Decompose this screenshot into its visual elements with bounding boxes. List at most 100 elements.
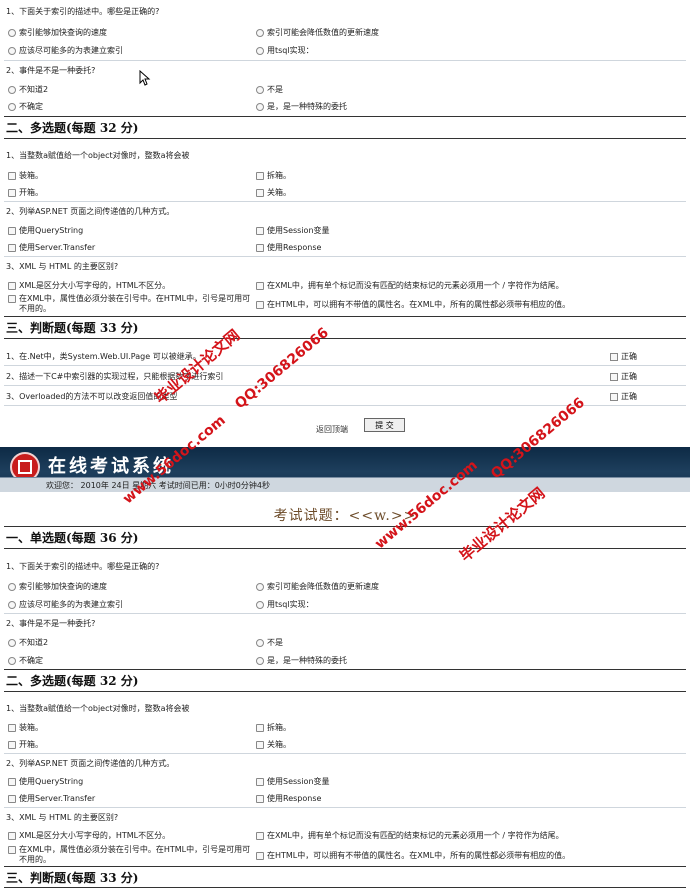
checkbox-option[interactable]: 在HTML中，可以拥有不带值的属性名。在XML中，所有的属性都必须带有相应的值。 <box>256 850 570 861</box>
radio-option[interactable]: 用tsql实现： <box>256 599 314 610</box>
radio-option[interactable]: 不是 <box>256 637 283 648</box>
checkbox-option[interactable]: 使用Session变量 <box>256 776 330 787</box>
checkbox-option[interactable]: 使用QueryString <box>8 225 83 236</box>
radio-option[interactable]: 索引可能会降低数值的更新速度 <box>256 27 379 38</box>
checkbox-option[interactable]: 在XML中，属性值必须分装在引号中。在HTML中，引号是可用可不用的。 <box>8 294 253 314</box>
radio-option[interactable]: 应该尽可能多的为表建立索引 <box>8 45 123 56</box>
back-to-top-link[interactable]: 返回顶端 <box>316 424 348 435</box>
radio-icon[interactable] <box>256 46 264 55</box>
radio-icon[interactable] <box>8 582 16 591</box>
checkbox-option[interactable]: 使用QueryString <box>8 776 83 787</box>
divider <box>4 201 686 202</box>
checkbox-option[interactable]: 使用Server.Transfer <box>8 242 95 253</box>
radio-option[interactable]: 索引可能会降低数值的更新速度 <box>256 581 379 592</box>
radio-option[interactable]: 索引能够加快查询的速度 <box>8 581 107 592</box>
checkbox-option[interactable]: 在XML中，拥有单个标记而没有匹配的结束标记的元素必须用一个 / 字符作为结尾。 <box>256 830 564 841</box>
radio-icon[interactable] <box>256 656 264 665</box>
checkbox-option[interactable]: 装箱。 <box>8 170 43 181</box>
checkbox-option[interactable]: 拆箱。 <box>256 722 291 733</box>
section-divider <box>4 338 686 339</box>
question-text: 1、当整数a赋值给一个object对像时，整数a将会被 <box>6 704 190 713</box>
question-text: 1、下面关于索引的描述中。哪些是正确的? <box>6 7 160 16</box>
radio-icon[interactable] <box>256 85 264 94</box>
checkbox-icon[interactable] <box>256 851 264 860</box>
radio-option[interactable]: 不知道2 <box>8 84 48 95</box>
radio-option[interactable]: 是，是一种特殊的委托 <box>256 655 347 666</box>
checkbox-option[interactable]: XML是区分大小写字母的，HTML不区分。 <box>8 280 170 291</box>
checkbox-icon[interactable] <box>610 372 618 381</box>
radio-icon[interactable] <box>256 638 264 647</box>
radio-icon[interactable] <box>8 102 16 111</box>
checkbox-icon[interactable] <box>610 352 618 361</box>
checkbox-icon[interactable] <box>256 300 264 309</box>
checkbox-icon[interactable] <box>8 723 16 732</box>
mouse-cursor-icon <box>139 70 151 86</box>
submit-button[interactable]: 提 交 <box>364 418 405 432</box>
radio-icon[interactable] <box>8 85 16 94</box>
checkbox-icon[interactable] <box>8 171 16 180</box>
divider <box>4 613 686 614</box>
radio-icon[interactable] <box>8 600 16 609</box>
checkbox-option[interactable]: 正确 <box>610 351 637 362</box>
question-text: 3、XML 与 HTML 的主要区别? <box>6 262 119 271</box>
checkbox-option[interactable]: 在XML中，属性值必须分装在引号中。在HTML中，引号是可用可不用的。 <box>8 845 253 865</box>
checkbox-icon[interactable] <box>256 723 264 732</box>
radio-option[interactable]: 是，是一种特殊的委托 <box>256 101 347 112</box>
checkbox-icon[interactable] <box>256 188 264 197</box>
checkbox-icon[interactable] <box>8 846 16 854</box>
checkbox-option[interactable]: 开箱。 <box>8 739 43 750</box>
checkbox-icon[interactable] <box>8 281 16 290</box>
question-text: 2、列举ASP.NET 页面之间传递值的几种方式。 <box>6 207 175 216</box>
section-divider <box>4 138 686 139</box>
checkbox-option[interactable]: 使用Response <box>256 793 321 804</box>
checkbox-icon[interactable] <box>256 226 264 235</box>
checkbox-option[interactable]: 拆箱。 <box>256 170 291 181</box>
checkbox-option[interactable]: XML是区分大小写字母的，HTML不区分。 <box>8 830 170 841</box>
checkbox-icon[interactable] <box>256 171 264 180</box>
radio-option[interactable]: 不确定 <box>8 101 43 112</box>
checkbox-option[interactable]: 在HTML中，可以拥有不带值的属性名。在XML中，所有的属性都必须带有相应的值。 <box>256 299 570 310</box>
checkbox-icon[interactable] <box>256 831 264 840</box>
radio-icon[interactable] <box>256 600 264 609</box>
radio-option[interactable]: 应该尽可能多的为表建立索引 <box>8 599 123 610</box>
radio-icon[interactable] <box>256 28 264 37</box>
checkbox-option[interactable]: 关箱。 <box>256 187 291 198</box>
checkbox-option[interactable]: 装箱。 <box>8 722 43 733</box>
checkbox-icon[interactable] <box>8 740 16 749</box>
radio-icon[interactable] <box>8 46 16 55</box>
checkbox-option[interactable]: 正确 <box>610 371 637 382</box>
checkbox-icon[interactable] <box>8 243 16 252</box>
checkbox-icon[interactable] <box>256 794 264 803</box>
radio-option[interactable]: 索引能够加快查询的速度 <box>8 27 107 38</box>
checkbox-option[interactable]: 在XML中，拥有单个标记而没有匹配的结束标记的元素必须用一个 / 字符作为结尾。 <box>256 280 564 291</box>
checkbox-option[interactable]: 关箱。 <box>256 739 291 750</box>
checkbox-option[interactable]: 正确 <box>610 391 637 402</box>
radio-option[interactable]: 不确定 <box>8 655 43 666</box>
radio-option[interactable]: 不是 <box>256 84 283 95</box>
checkbox-icon[interactable] <box>256 243 264 252</box>
checkbox-icon[interactable] <box>8 794 16 803</box>
checkbox-icon[interactable] <box>8 295 16 303</box>
radio-option[interactable]: 不知道2 <box>8 637 48 648</box>
checkbox-icon[interactable] <box>8 188 16 197</box>
checkbox-icon[interactable] <box>610 392 618 401</box>
radio-option[interactable]: 用tsql实现： <box>256 45 314 56</box>
radio-icon[interactable] <box>8 638 16 647</box>
checkbox-option[interactable]: 使用Server.Transfer <box>8 793 95 804</box>
checkbox-icon[interactable] <box>256 777 264 786</box>
checkbox-icon[interactable] <box>8 777 16 786</box>
checkbox-icon[interactable] <box>256 281 264 290</box>
radio-icon[interactable] <box>8 656 16 665</box>
checkbox-icon[interactable] <box>8 831 16 840</box>
welcome-bar: 欢迎您： 2010年 24日 星期六 考试时间已用：0小时0分钟4秒 <box>0 477 690 492</box>
radio-icon[interactable] <box>8 28 16 37</box>
radio-icon[interactable] <box>256 582 264 591</box>
section-title-multi: 二、多选题(每题 32 分) <box>6 674 139 688</box>
checkbox-icon[interactable] <box>256 740 264 749</box>
section-divider <box>4 866 686 867</box>
checkbox-icon[interactable] <box>8 226 16 235</box>
checkbox-option[interactable]: 使用Session变量 <box>256 225 330 236</box>
checkbox-option[interactable]: 开箱。 <box>8 187 43 198</box>
checkbox-option[interactable]: 使用Response <box>256 242 321 253</box>
radio-icon[interactable] <box>256 102 264 111</box>
